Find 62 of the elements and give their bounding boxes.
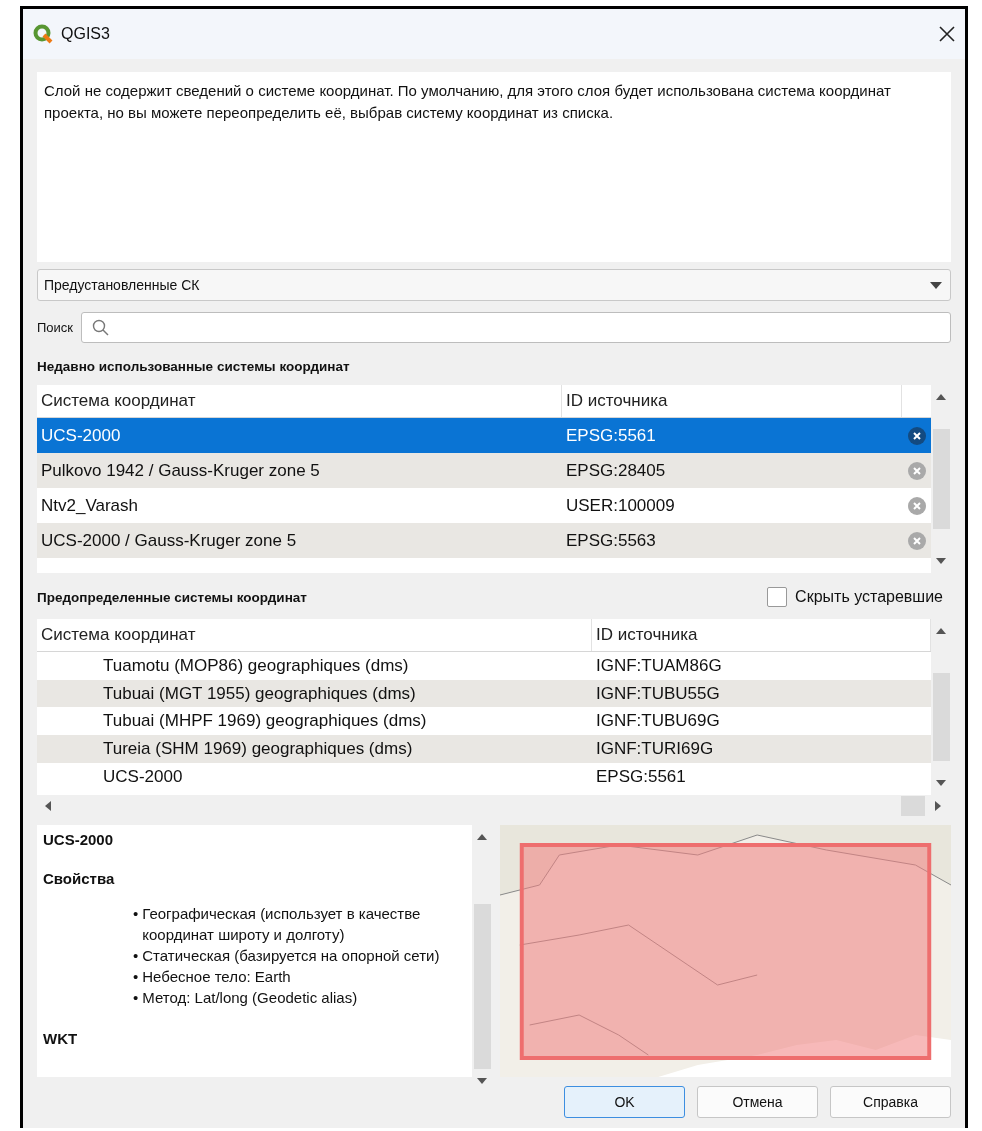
section-heading: Предопределенные системы координат (37, 589, 307, 605)
checkbox-label: Скрыть устаревшие (795, 588, 943, 606)
table-cell-text: UCS-2000 / Gauss-Kruger zone 5 (40, 530, 298, 551)
search-field[interactable] (81, 312, 951, 343)
scroll-up-icon[interactable] (477, 834, 487, 840)
dialog-button[interactable]: Справка (830, 1086, 951, 1118)
wkt-heading: WKT (43, 1030, 79, 1047)
dialog-button[interactable]: OK (564, 1086, 685, 1118)
scroll-left-icon[interactable] (45, 801, 51, 811)
table-cell-text: UCS-2000 (102, 766, 184, 787)
table-cell-text: USER:100009 (565, 495, 676, 516)
scroll-up-icon[interactable] (936, 628, 946, 634)
message-text: Слой не содержит сведений о системе координат. По умолчанию, для этого слоя будет использована система координат проекта, но вы можете переопределить её, выбрав систему координат из списка. (37, 72, 951, 262)
section-heading: Недавно использованные системы координат (37, 359, 350, 374)
table-row[interactable]: Tubuai (MGT 1955) geographiques (dms) IGNF:TUBU55G (37, 679, 931, 708)
bullet-marker: • (133, 904, 139, 924)
table-cell-text: Tubuai (MHPF 1969) geographiques (dms) (102, 711, 428, 732)
scroll-down-icon[interactable] (936, 558, 946, 564)
table-cell-text: EPSG:5563 (565, 530, 657, 551)
checkbox[interactable] (767, 587, 788, 607)
scroll-up-icon[interactable] (936, 394, 946, 400)
close-icon[interactable] (939, 26, 955, 42)
table-cell-text: IGNF:TURI69G (595, 738, 715, 759)
crs-title: UCS-2000 (43, 831, 115, 848)
property-item: Статическая (базируется на опорной сети) (142, 946, 440, 966)
app-logo-icon (33, 24, 53, 44)
search-label: Поиск (37, 320, 74, 335)
caret-icon (930, 281, 942, 289)
dialog-button[interactable]: Отмена (697, 1086, 818, 1118)
table-cell-text: UCS-2000 (40, 425, 122, 446)
table-row[interactable]: UCS-2000 / Gauss-Kruger zone 5 EPSG:5563 (37, 523, 931, 558)
table-cell-text: Tureia (SHM 1969) geographiques (dms) (102, 738, 414, 759)
properties-heading: Свойства (43, 870, 116, 887)
column-header[interactable]: Система координат (37, 385, 562, 417)
scroll-thumb[interactable] (901, 796, 925, 816)
column-header[interactable]: ID источника (562, 385, 902, 417)
scroll-down-icon[interactable] (936, 780, 946, 786)
table-cell-text: EPSG:5561 (595, 766, 687, 787)
bullet-marker: • (133, 988, 139, 1008)
table-cell-text: IGNF:TUBU55G (595, 683, 721, 704)
table-cell-text: Tuamotu (MOP86) geographiques (dms) (102, 655, 410, 676)
table-cell-text: Pulkovo 1942 / Gauss-Kruger zone 5 (40, 460, 321, 481)
search-icon (92, 319, 110, 336)
bullet-marker: • (133, 967, 139, 987)
table-cell-text: EPSG:28405 (565, 460, 667, 481)
window-title: QGIS3 (61, 25, 111, 43)
table-cell-text: EPSG:5561 (565, 425, 657, 446)
table-cell-text: IGNF:TUAM86G (595, 655, 723, 676)
property-item: Небесное тело: Earth (142, 967, 291, 987)
table-row[interactable]: Tureia (SHM 1969) geographiques (dms) IGNF:TURI69G (37, 735, 931, 763)
table-cell-text: IGNF:TUBU69G (595, 711, 721, 732)
scroll-right-icon[interactable] (935, 801, 941, 811)
column-header[interactable]: Система координат (37, 619, 592, 651)
bullet-marker: • (133, 946, 139, 966)
property-item: Метод: Lat/long (Geodetic alias) (142, 988, 358, 1008)
table-row[interactable]: UCS-2000 EPSG:5561 (37, 418, 931, 453)
table-row[interactable]: Pulkovo 1942 / Gauss-Kruger zone 5 EPSG:28405 (37, 453, 931, 488)
property-item: Географическая (использует в качестве координат широту и долготу) (142, 904, 422, 945)
remove-icon[interactable] (907, 426, 926, 445)
table-cell-text: Ntv2_Varash (40, 495, 139, 516)
crs-filter-dropdown[interactable]: Предустановленные СК (37, 269, 951, 301)
table-cell-text: Tubuai (MGT 1955) geographiques (dms) (102, 683, 417, 704)
